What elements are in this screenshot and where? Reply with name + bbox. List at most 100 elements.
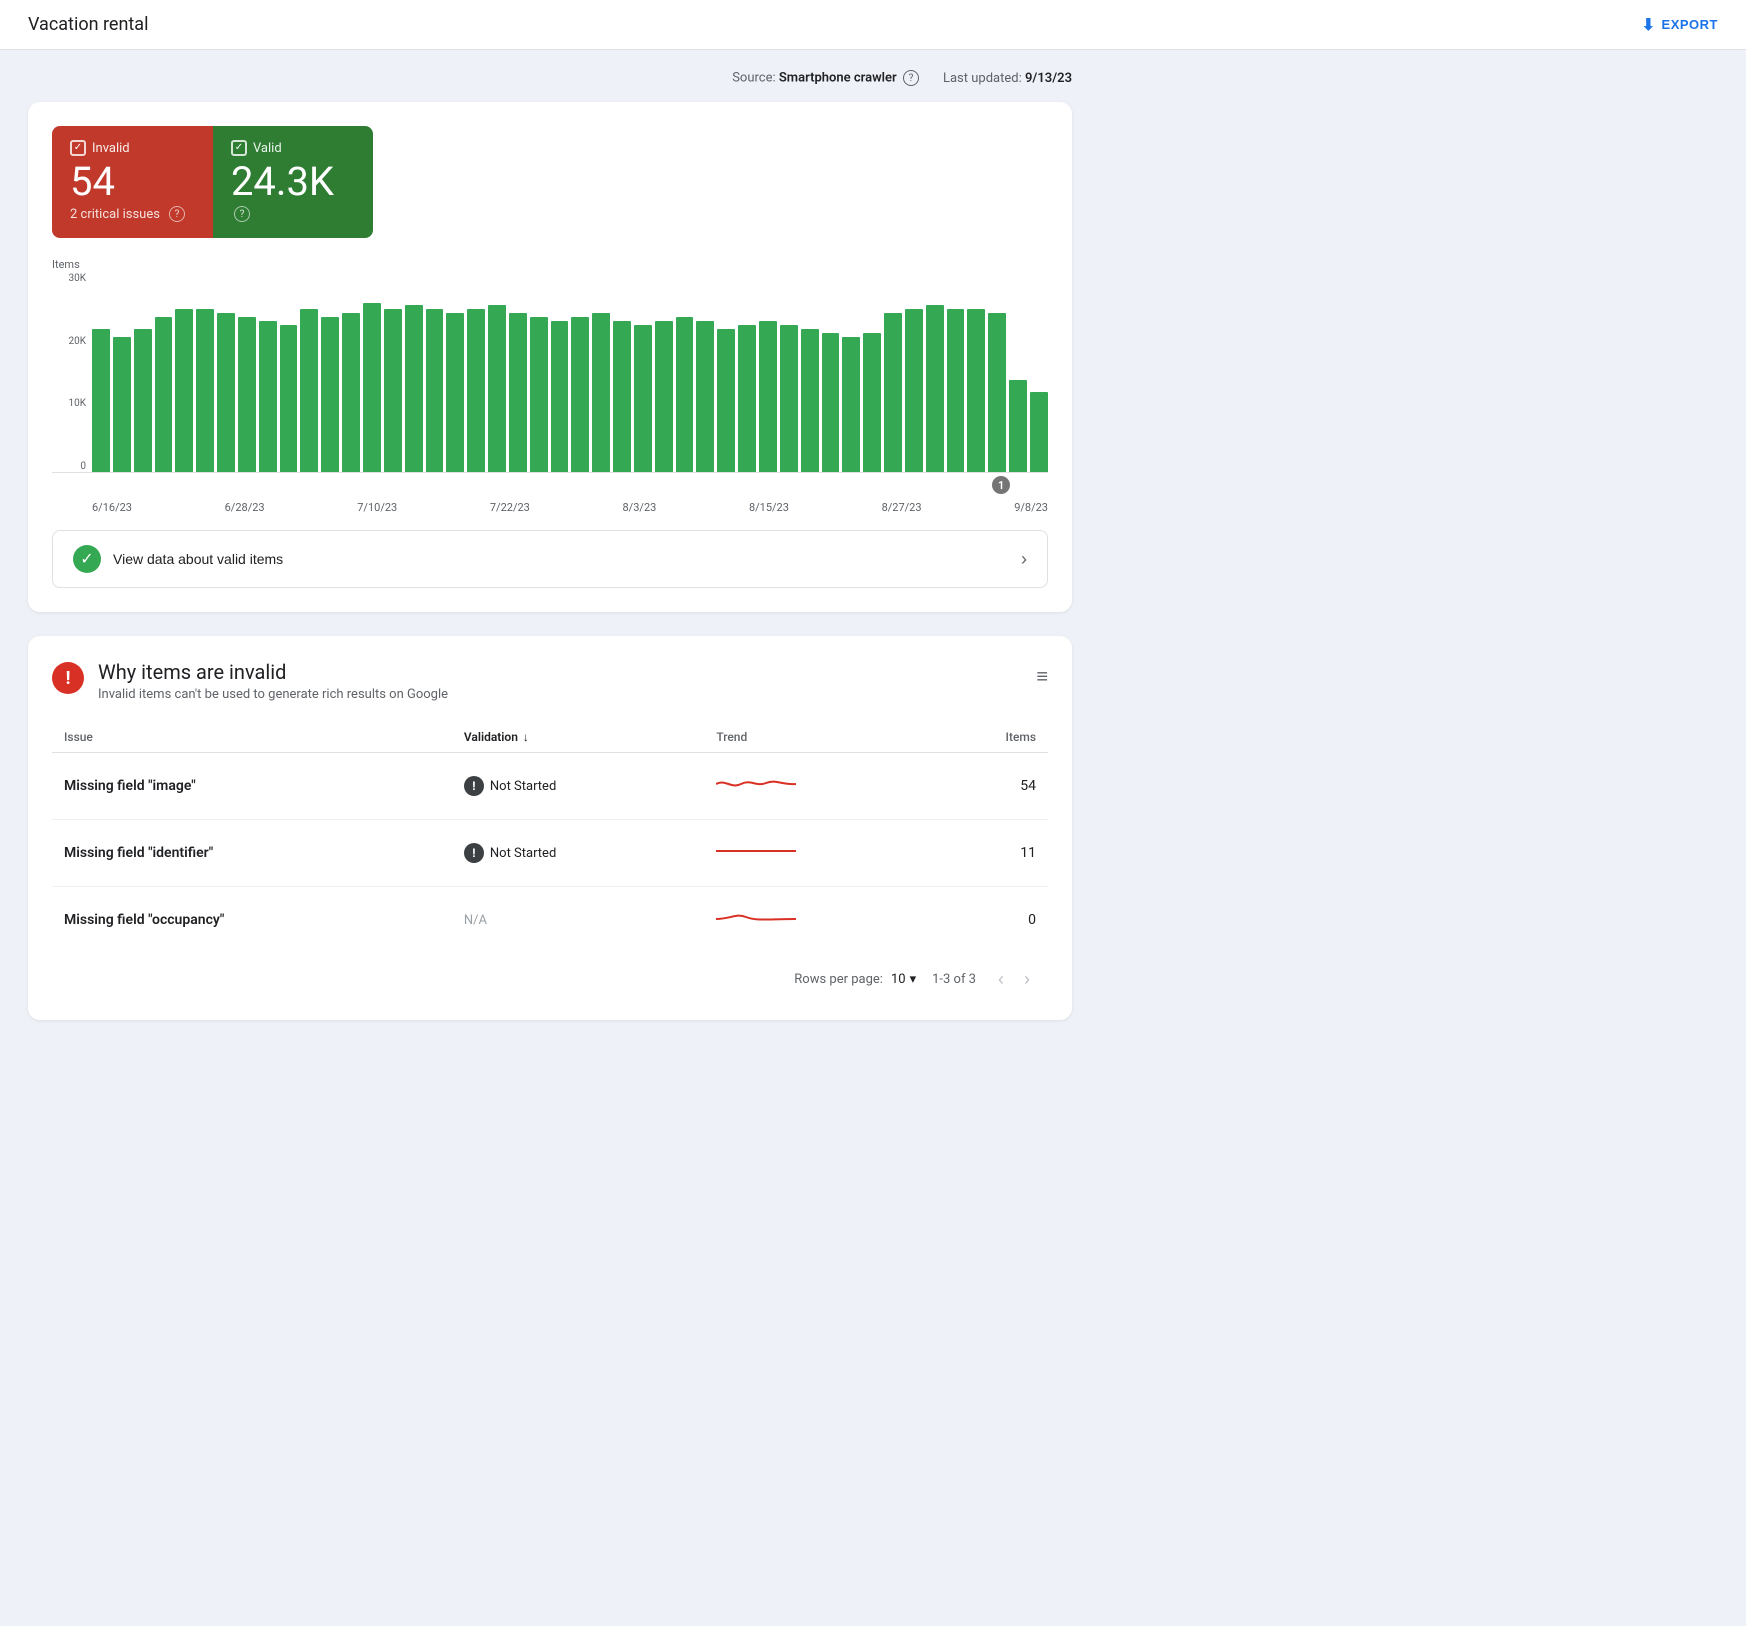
chart-bar (259, 321, 277, 472)
col-header-validation[interactable]: Validation ↓ (452, 722, 704, 753)
bars-wrap: 1 (92, 273, 1048, 472)
why-invalid-text: Why items are invalid Invalid items can'… (98, 660, 448, 702)
sort-arrow-icon: ↓ (523, 730, 529, 744)
error-circle-icon: ! (52, 662, 84, 694)
chart-bar (321, 317, 339, 472)
chart-annotation-dot: 1 (992, 476, 1010, 494)
x-label-5: 8/3/23 (623, 501, 657, 514)
items-count: 11 (930, 820, 1048, 887)
chart-area: Items 30K 20K 10K 0 1 6/16/23 6/28/23 7/… (52, 258, 1048, 514)
source-info-icon[interactable]: ? (903, 70, 919, 86)
chart-bar (155, 317, 173, 472)
y-axis: 30K 20K 10K 0 (52, 273, 92, 472)
chart-bar (905, 309, 923, 472)
x-label-2: 6/28/23 (225, 501, 265, 514)
x-label-8: 9/8/23 (1014, 501, 1048, 514)
export-button[interactable]: ⬇ EXPORT (1642, 15, 1718, 35)
validation-status: !Not Started (452, 753, 704, 820)
chart-bar (571, 317, 589, 472)
chart-bar (947, 309, 965, 472)
valid-status-box[interactable]: Valid 24.3K ? (213, 126, 373, 238)
x-label-1: 6/16/23 (92, 501, 132, 514)
valid-check-circle-icon: ✓ (73, 545, 101, 573)
trend-cell (704, 753, 930, 820)
col-header-trend: Trend (704, 722, 930, 753)
valid-checkbox-icon (231, 140, 247, 156)
invalid-count: 54 (70, 160, 185, 204)
table-row[interactable]: Missing field "identifier"!Not Started 11 (52, 820, 1048, 887)
invalid-sub: 2 critical issues ? (70, 206, 185, 222)
chart-bar: 1 (988, 313, 1006, 472)
chart-bar (592, 313, 610, 472)
not-started-icon: ! (464, 776, 484, 796)
chart-bar (405, 305, 423, 472)
why-invalid-card: ! Why items are invalid Invalid items ca… (28, 636, 1072, 1020)
chart-bar (530, 317, 548, 472)
y-tick-0: 0 (52, 461, 92, 472)
chart-bar (655, 321, 673, 472)
trend-cell (704, 887, 930, 954)
pagination-row: Rows per page: 10 ▾ 1-3 of 3 ‹ › (52, 953, 1048, 996)
valid-label: Valid (253, 141, 282, 156)
chart-card: Invalid 54 2 critical issues ? Valid 24.… (28, 102, 1072, 612)
valid-header: Valid (231, 140, 345, 156)
view-valid-data-button[interactable]: ✓ View data about valid items › (52, 530, 1048, 588)
export-label: EXPORT (1662, 17, 1718, 32)
issue-name: Missing field "identifier" (52, 820, 452, 887)
chart-bar (92, 329, 110, 472)
chart-bar (738, 325, 756, 472)
chart-bar (384, 309, 402, 472)
table-row[interactable]: Missing field "image"!Not Started54 (52, 753, 1048, 820)
issue-name: Missing field "image" (52, 753, 452, 820)
chart-bar (967, 309, 985, 472)
rows-per-page-select[interactable]: 10 ▾ (891, 972, 916, 987)
x-label-3: 7/10/23 (357, 501, 397, 514)
next-page-button[interactable]: › (1018, 967, 1036, 992)
rows-per-page-label: Rows per page: (794, 972, 883, 987)
chart-bar (884, 313, 902, 472)
invalid-checkbox-icon (70, 140, 86, 156)
why-invalid-left: ! Why items are invalid Invalid items ca… (52, 660, 448, 702)
rows-dropdown-icon: ▾ (910, 972, 917, 987)
valid-count: 24.3K (231, 160, 345, 204)
valid-info-icon[interactable]: ? (234, 206, 250, 222)
chart-bar (926, 305, 944, 472)
status-boxes: Invalid 54 2 critical issues ? Valid 24.… (52, 126, 373, 238)
rows-per-page: Rows per page: 10 ▾ (794, 972, 916, 987)
view-data-left: ✓ View data about valid items (73, 545, 283, 573)
chart-bar (217, 313, 235, 472)
rows-per-page-value: 10 (891, 972, 906, 987)
y-tick-20k: 20K (52, 336, 92, 347)
chart-y-label: Items (52, 258, 1048, 271)
items-count: 0 (930, 887, 1048, 954)
x-label-7: 8/27/23 (882, 501, 922, 514)
chart-bar (175, 309, 193, 472)
invalid-header: Invalid (70, 140, 185, 156)
page-nav: ‹ › (992, 967, 1036, 992)
chart-bar (696, 321, 714, 472)
chart-bar (842, 337, 860, 472)
prev-page-button[interactable]: ‹ (992, 967, 1010, 992)
trend-cell (704, 820, 930, 887)
valid-sub: ? (231, 206, 345, 222)
main-content: Source: Smartphone crawler ? Last update… (0, 50, 1100, 1072)
filter-icon[interactable]: ≡ (1036, 664, 1048, 689)
table-header-row: Issue Validation ↓ Trend Items (52, 722, 1048, 753)
invalid-status-box[interactable]: Invalid 54 2 critical issues ? (52, 126, 213, 238)
why-invalid-title: Why items are invalid (98, 660, 448, 684)
chart-bar (613, 321, 631, 472)
last-updated: Last updated: 9/13/23 (943, 71, 1072, 86)
invalid-info-icon[interactable]: ? (169, 206, 185, 222)
validation-status: N/A (452, 887, 704, 954)
chart-bar (342, 313, 360, 472)
col-header-issue: Issue (52, 722, 452, 753)
source-label: Source: Smartphone crawler ? (732, 70, 919, 86)
chevron-right-icon: › (1021, 549, 1027, 570)
table-row[interactable]: Missing field "occupancy"N/A0 (52, 887, 1048, 954)
source-value: Smartphone crawler (779, 70, 897, 85)
chart-bar (446, 313, 464, 472)
validation-status: !Not Started (452, 820, 704, 887)
app-header: Vacation rental ⬇ EXPORT (0, 0, 1746, 50)
why-invalid-header: ! Why items are invalid Invalid items ca… (52, 660, 1048, 702)
chart-bar (280, 325, 298, 472)
